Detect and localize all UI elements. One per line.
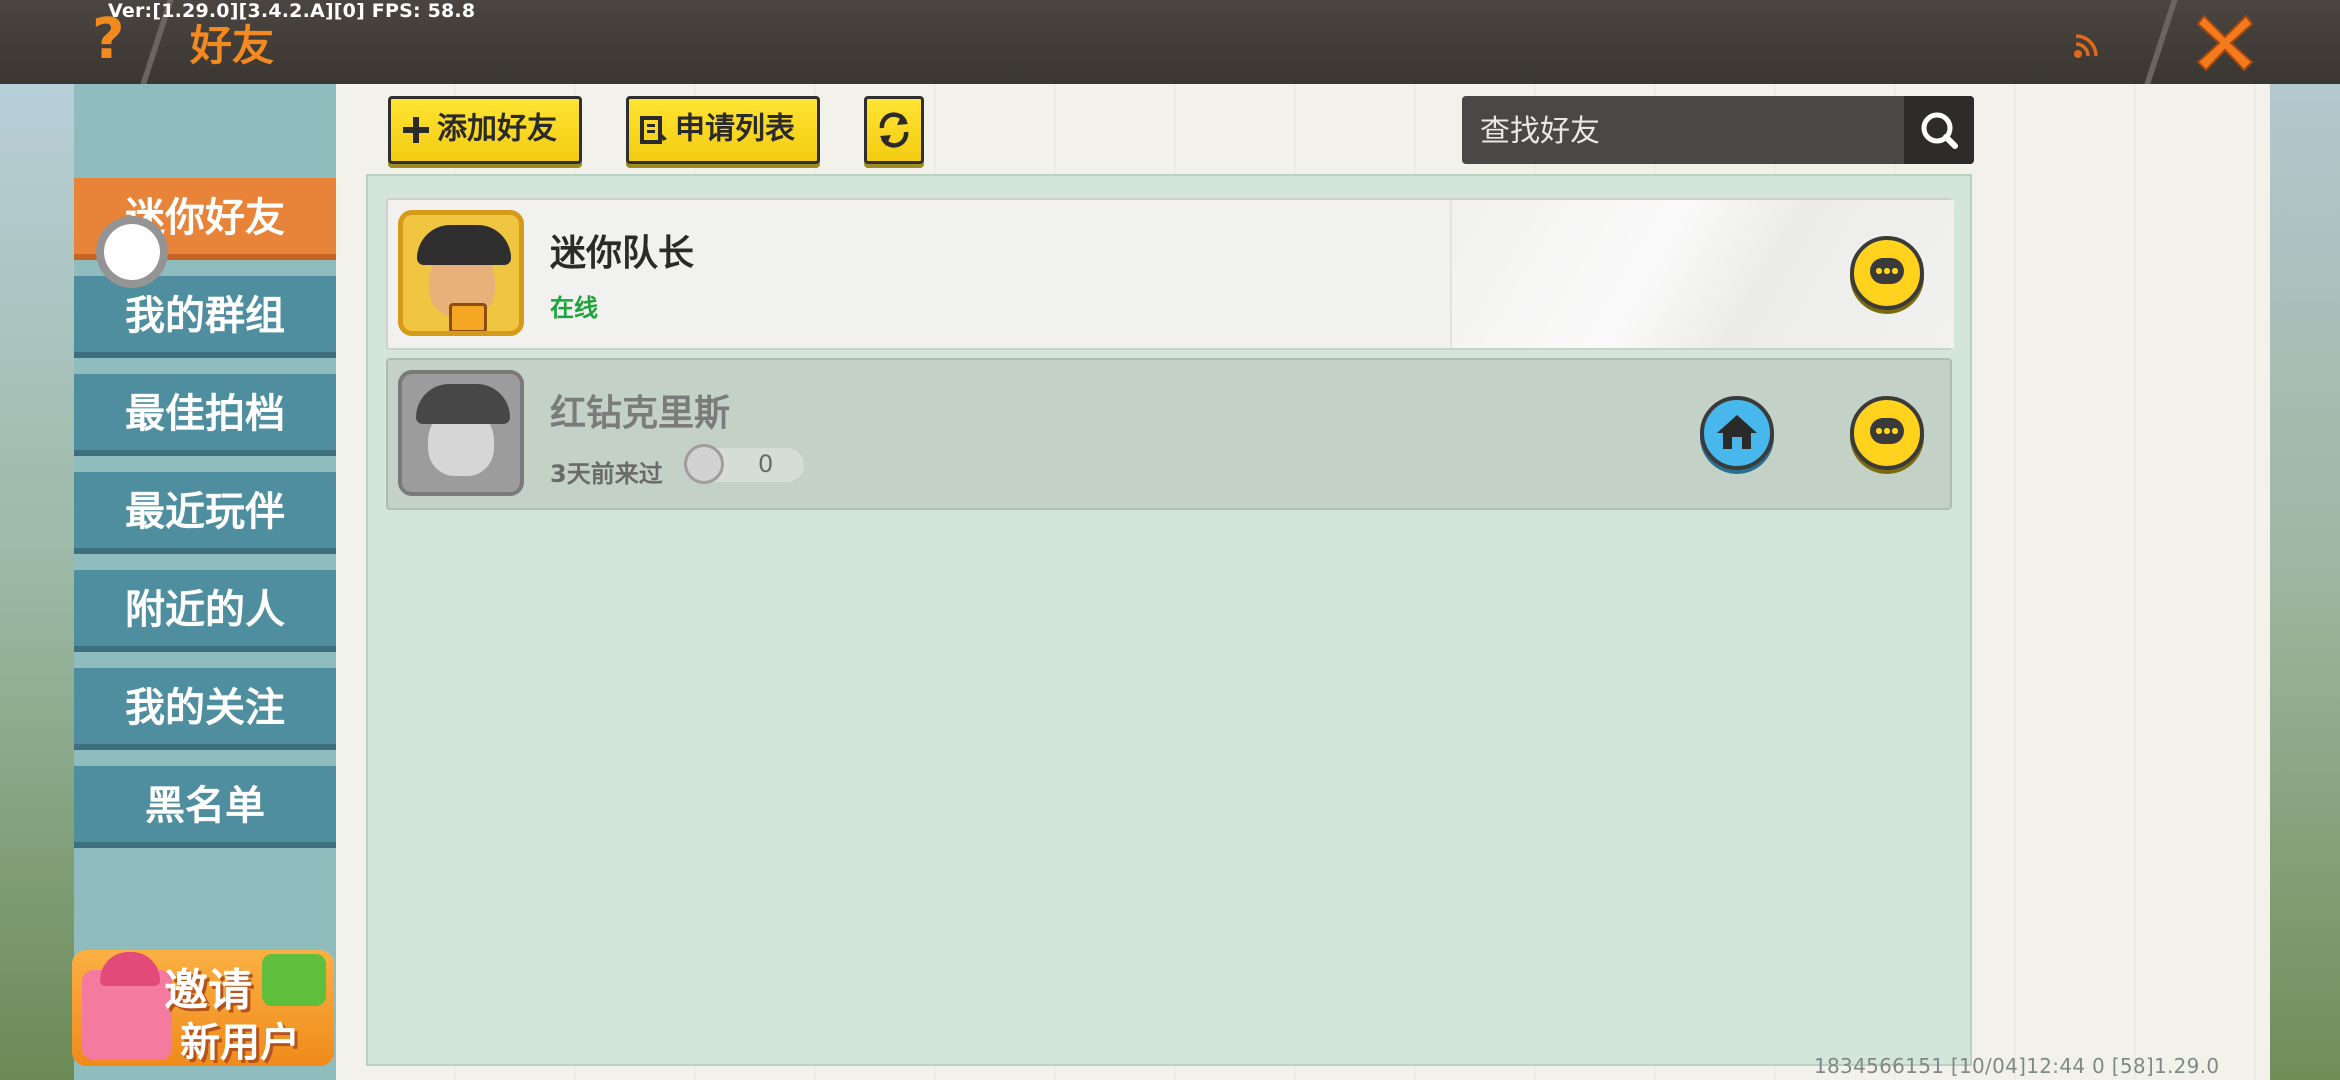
coin-counter: 0 xyxy=(684,444,804,484)
friend-name: 迷你队长 xyxy=(550,233,695,274)
avatar-hat xyxy=(416,384,510,424)
gift-bow-icon xyxy=(100,952,160,986)
coin-icon xyxy=(684,444,724,484)
last-seen-status: 3天前来过 xyxy=(550,460,663,488)
list-icon xyxy=(640,115,667,144)
add-friend-label: 添加好友 xyxy=(437,111,557,147)
invite-label-line2: 新用户 xyxy=(180,1020,300,1066)
avatar-hat xyxy=(417,225,511,265)
tab-recent-players[interactable]: 最近玩伴 xyxy=(74,472,336,554)
friend-row[interactable]: 红钻克里斯 3天前来过 0 xyxy=(386,358,1952,510)
tab-my-groups[interactable]: 我的群组 xyxy=(74,276,336,358)
chat-button[interactable] xyxy=(1850,396,1924,470)
invite-new-user-button[interactable]: 邀请 新用户 xyxy=(72,950,334,1066)
chat-button[interactable] xyxy=(1850,236,1924,310)
chat-dots xyxy=(1876,428,1898,434)
top-bar: ? 好友 Ver:[1.29.0][3.4.2.A][0] FPS: 58.8 xyxy=(0,0,2340,84)
search-icon xyxy=(1921,112,1958,149)
add-friend-button[interactable]: 添加好友 xyxy=(388,96,582,164)
invite-label-line1: 邀请 xyxy=(164,965,252,1016)
divider xyxy=(2144,0,2178,84)
tab-nearby-people[interactable]: 附近的人 xyxy=(74,570,336,652)
visit-home-button[interactable] xyxy=(1700,396,1774,470)
request-list-label: 申请列表 xyxy=(675,111,795,147)
friend-name: 红钻克里斯 xyxy=(550,393,731,434)
search-input[interactable] xyxy=(1478,106,1882,156)
search-bar xyxy=(1462,96,1974,164)
coin-count: 0 xyxy=(758,450,774,478)
signal-icon xyxy=(2074,34,2098,58)
search-button[interactable] xyxy=(1904,96,1974,164)
online-status: 在线 xyxy=(550,294,598,322)
refresh-icon xyxy=(879,112,909,148)
refresh-button[interactable] xyxy=(864,96,924,164)
touch-cursor xyxy=(96,216,168,288)
avatar[interactable] xyxy=(398,210,524,336)
version-fps-label: Ver:[1.29.0][3.4.2.A][0] FPS: 58.8 xyxy=(108,0,476,22)
tab-blacklist[interactable]: 黑名单 xyxy=(74,766,336,848)
wechat-icon xyxy=(262,954,326,1006)
close-icon[interactable] xyxy=(2190,6,2260,76)
footer-info: 1834566151 [10/04]12:44 0 [58]1.29.0 xyxy=(1814,1054,2220,1078)
friend-row[interactable]: 迷你队长 在线 xyxy=(386,198,1954,350)
request-list-button[interactable]: 申请列表 xyxy=(626,96,820,164)
chat-dots xyxy=(1876,268,1898,274)
background-scenery-left xyxy=(0,84,80,1080)
tab-my-following[interactable]: 我的关注 xyxy=(74,668,336,750)
avatar[interactable] xyxy=(398,370,524,496)
tab-best-partners[interactable]: 最佳拍档 xyxy=(74,374,336,456)
plus-icon xyxy=(403,116,429,143)
video-badge-icon xyxy=(449,303,487,331)
home-icon xyxy=(1717,415,1757,449)
background-scenery-right xyxy=(2270,84,2340,1080)
